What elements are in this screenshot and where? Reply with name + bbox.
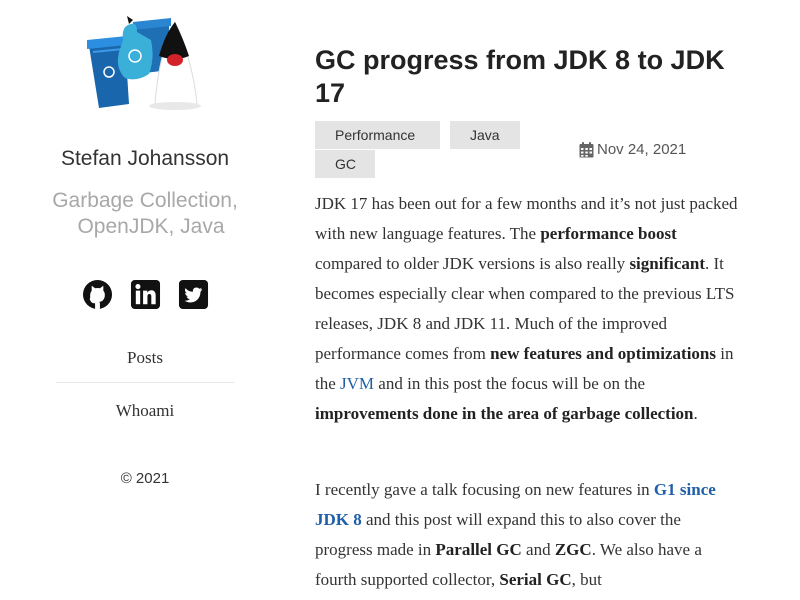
tagline-line-1: Garbage Collection, bbox=[52, 189, 238, 212]
github-icon[interactable] bbox=[82, 279, 113, 310]
text-span: . bbox=[693, 404, 698, 423]
post-paragraph-1: JDK 17 has been out for a few months and… bbox=[315, 189, 740, 429]
twitter-icon[interactable] bbox=[178, 279, 209, 310]
text-span: and bbox=[521, 540, 555, 559]
bold-text: Parallel GC bbox=[435, 540, 522, 559]
author-name: Stefan Johansson bbox=[60, 147, 230, 170]
logo-image bbox=[87, 16, 201, 110]
text-span: , but bbox=[571, 570, 602, 589]
calendar-icon bbox=[579, 141, 594, 157]
post-paragraph-2: I recently gave a talk focusing on new f… bbox=[315, 475, 740, 595]
text-span: I recently gave a talk focusing on new f… bbox=[315, 480, 654, 499]
bold-text: ZGC bbox=[554, 540, 592, 559]
text-span: compared to older JDK versions is also r… bbox=[315, 254, 630, 273]
tag-performance[interactable]: Performance bbox=[315, 121, 440, 149]
post-date-text: Nov 24, 2021 bbox=[597, 141, 687, 158]
nav-posts-link[interactable]: Posts bbox=[56, 348, 234, 383]
bold-text: performance boost bbox=[540, 224, 677, 243]
copyright: © 2021 bbox=[120, 470, 170, 487]
bold-text: new features and optimizations bbox=[490, 344, 717, 363]
nav-whoami-link[interactable]: Whoami bbox=[56, 401, 234, 421]
post-date: Nov 24, 2021 bbox=[579, 141, 686, 158]
tag-java[interactable]: Java bbox=[450, 121, 520, 149]
sidebar: Stefan Johansson Garbage Collection, Ope… bbox=[30, 0, 260, 600]
text-span: and in this post the focus will be on th… bbox=[374, 374, 646, 393]
linkedin-icon[interactable] bbox=[130, 279, 161, 310]
tag-gc[interactable]: GC bbox=[315, 150, 375, 178]
social-links bbox=[30, 279, 260, 310]
jvm-link[interactable]: JVM bbox=[340, 374, 374, 393]
tagline: Garbage Collection, OpenJDK, Java bbox=[30, 188, 260, 240]
bold-text: Serial GC bbox=[499, 570, 572, 589]
post-title: GC progress from JDK 8 to JDK 17 bbox=[315, 45, 725, 108]
bold-text: improvements done in the area of garbage… bbox=[315, 404, 694, 423]
bold-text: significant bbox=[629, 254, 705, 273]
tagline-line-2: OpenJDK, Java bbox=[77, 215, 225, 238]
